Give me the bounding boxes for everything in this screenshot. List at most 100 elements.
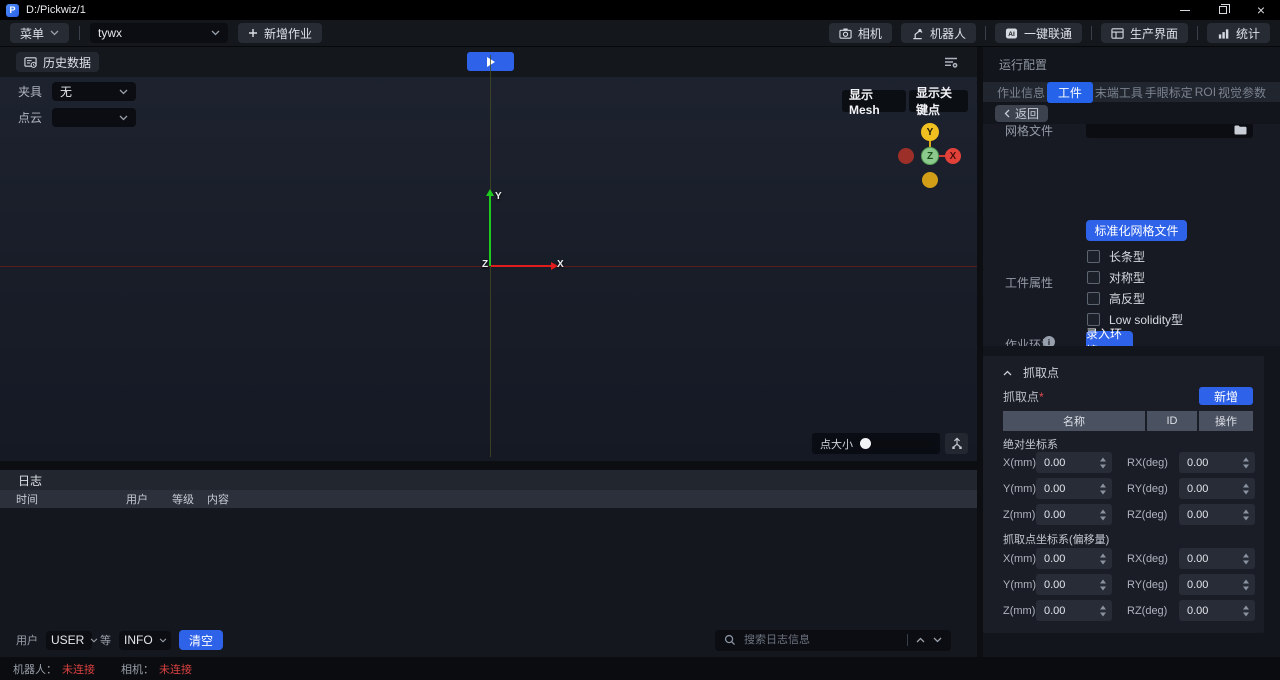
camera-button[interactable]: 相机 — [829, 23, 892, 43]
abs-ry-input[interactable] — [1179, 478, 1255, 499]
number-stepper[interactable] — [1100, 553, 1106, 564]
tab-roi[interactable]: ROI — [1195, 85, 1216, 99]
gizmo-y-negative-ball[interactable] — [922, 172, 938, 188]
restore-button[interactable] — [1204, 0, 1242, 20]
checkbox-label: 长条型 — [1109, 248, 1145, 265]
abs-rz-input[interactable] — [1179, 504, 1255, 525]
tab-vision-params[interactable]: 视觉参数 — [1218, 84, 1266, 101]
menu-label: 菜单 — [20, 25, 44, 42]
log-title: 日志 — [18, 472, 42, 489]
checkbox-high-reflective[interactable]: 高反型 — [1087, 290, 1145, 307]
coord-label-ry: RY(deg) — [1127, 579, 1173, 591]
gizmo-x-ball[interactable]: X — [945, 148, 961, 164]
add-grab-point-button[interactable]: 新增 — [1199, 387, 1253, 405]
point-size-slider[interactable] — [860, 441, 932, 447]
log-body[interactable] — [0, 508, 977, 628]
checkbox-long-strip[interactable]: 长条型 — [1087, 248, 1145, 265]
number-stepper[interactable] — [1243, 553, 1249, 564]
off-ry-input[interactable] — [1179, 574, 1255, 595]
production-view-button[interactable]: 生产界面 — [1101, 23, 1188, 43]
minimize-button[interactable] — [1166, 0, 1204, 20]
history-data-icon — [24, 56, 37, 69]
checkbox-icon[interactable] — [1087, 271, 1100, 284]
number-stepper[interactable] — [1100, 457, 1106, 468]
gizmo-y-ball[interactable]: Y — [921, 123, 939, 141]
off-rz-input[interactable] — [1179, 600, 1255, 621]
capture-env-button[interactable]: 录入环境 — [1086, 331, 1133, 346]
abs-x-input[interactable] — [1036, 452, 1112, 473]
pointcloud-select[interactable] — [52, 108, 136, 127]
log-title-bar: 日志 — [0, 470, 977, 490]
point-size-slider-thumb[interactable] — [860, 438, 871, 449]
abs-z-input[interactable] — [1036, 504, 1112, 525]
number-stepper[interactable] — [1243, 509, 1249, 520]
checkbox-icon[interactable] — [1087, 250, 1100, 263]
normalize-mesh-button[interactable]: 标准化网格文件 — [1086, 220, 1187, 241]
mesh-file-value[interactable] — [1092, 124, 1234, 136]
fixture-select[interactable]: 无 — [52, 82, 136, 101]
robot-button[interactable]: 机器人 — [901, 23, 976, 43]
col-name[interactable]: 名称 — [1003, 411, 1145, 431]
ai-connect-button[interactable]: AI 一键联通 — [995, 23, 1082, 43]
number-stepper[interactable] — [1100, 579, 1106, 590]
number-stepper[interactable] — [1243, 579, 1249, 590]
number-stepper[interactable] — [1243, 457, 1249, 468]
mesh-file-input[interactable] — [1086, 124, 1253, 138]
tab-hand-eye-calibration[interactable]: 手眼标定 — [1145, 84, 1193, 101]
log-search-input[interactable] — [744, 634, 899, 646]
y-axis-line — [489, 196, 491, 266]
search-prev-icon[interactable] — [916, 637, 925, 643]
view-direction-button[interactable] — [945, 433, 968, 454]
gizmo-x-negative-ball[interactable] — [898, 148, 914, 164]
display-settings-button[interactable] — [940, 52, 962, 72]
folder-icon[interactable] — [1234, 125, 1247, 135]
grab-point-section-header[interactable]: 抓取点 — [1003, 364, 1059, 381]
abs-y-input[interactable] — [1036, 478, 1112, 499]
grab-point-table-header: 名称 ID 操作 — [1003, 411, 1253, 431]
show-mesh-button[interactable]: 显示Mesh — [842, 90, 906, 112]
statistics-button[interactable]: 统计 — [1207, 23, 1270, 43]
number-stepper[interactable] — [1243, 483, 1249, 494]
info-icon[interactable]: i — [1043, 336, 1055, 346]
gizmo-z-ball[interactable]: Z — [921, 147, 939, 165]
off-rx-input[interactable] — [1179, 548, 1255, 569]
off-x-input[interactable] — [1036, 548, 1112, 569]
close-button[interactable]: × — [1242, 0, 1280, 20]
tab-workpiece[interactable]: 工件 — [1047, 82, 1093, 103]
menu-button[interactable]: 菜单 — [10, 23, 69, 43]
search-next-icon[interactable] — [933, 637, 942, 643]
coord-row: Z(mm) RZ(deg) — [1003, 504, 1255, 525]
search-icon — [724, 634, 736, 646]
orientation-gizmo[interactable]: Y Z X — [900, 125, 960, 185]
checkbox-symmetric[interactable]: 对称型 — [1087, 269, 1145, 286]
y-axis-label: Y — [495, 191, 502, 202]
number-stepper[interactable] — [1243, 605, 1249, 616]
off-z-input[interactable] — [1036, 600, 1112, 621]
history-data-button[interactable]: 历史数据 — [16, 52, 99, 72]
fixture-row: 夹具 无 — [18, 82, 136, 101]
gizmo-x-label: X — [950, 151, 957, 162]
abs-rx-input[interactable] — [1179, 452, 1255, 473]
checkbox-icon[interactable] — [1087, 292, 1100, 305]
log-level-label: 等 — [100, 632, 111, 648]
col-operation[interactable]: 操作 — [1199, 411, 1253, 431]
number-stepper[interactable] — [1100, 605, 1106, 616]
viewport-3d[interactable]: 历史数据 夹具 无 点云 — [0, 47, 977, 461]
tab-job-info[interactable]: 作业信息 — [997, 84, 1045, 101]
clear-log-button[interactable]: 清空 — [179, 630, 223, 650]
off-y-input[interactable] — [1036, 574, 1112, 595]
number-stepper[interactable] — [1100, 509, 1106, 520]
tab-end-tool[interactable]: 末端工具 — [1095, 84, 1143, 101]
back-button[interactable]: 返回 — [995, 105, 1048, 122]
log-level-select[interactable]: INFO — [119, 631, 171, 650]
number-stepper[interactable] — [1100, 483, 1106, 494]
col-id[interactable]: ID — [1147, 411, 1197, 431]
new-job-button[interactable]: 新增作业 — [238, 23, 322, 43]
log-user-select[interactable]: USER — [46, 631, 92, 650]
log-col-time: 时间 — [16, 491, 126, 507]
x-axis-line — [491, 265, 551, 267]
camera-icon — [839, 27, 852, 40]
show-keypoints-button[interactable]: 显示关键点 — [909, 90, 968, 112]
grab-point-section-title: 抓取点 — [1023, 364, 1059, 381]
job-select[interactable]: tywx — [90, 23, 228, 43]
